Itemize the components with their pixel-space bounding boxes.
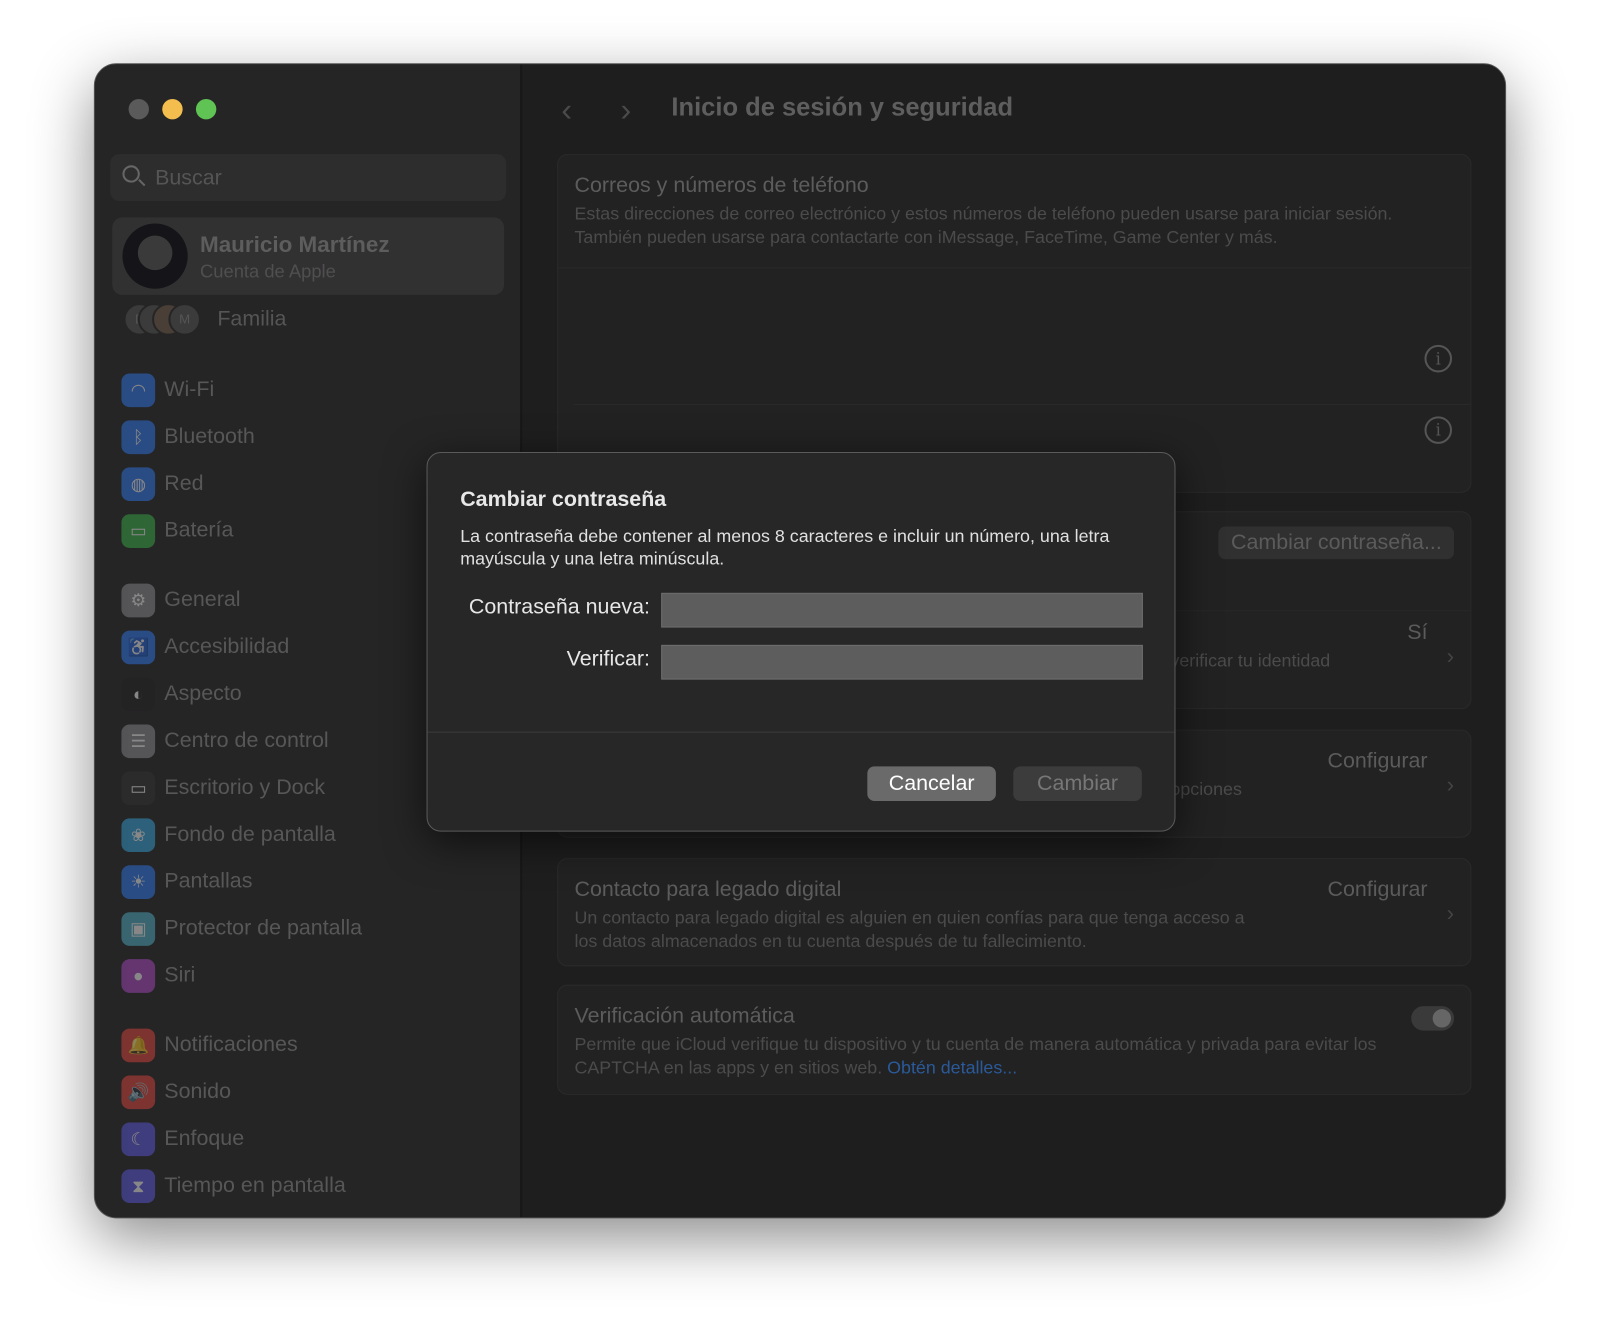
sidebar-item-apple-account[interactable]: Mauricio Martínez Cuenta de Apple: [112, 217, 505, 295]
sidebar-item-label: Sonido: [164, 1079, 232, 1104]
auto-verify-title: Verificación automática: [574, 1004, 795, 1028]
sidebar-item-sonido[interactable]: 🔊 Sonido: [121, 1074, 231, 1109]
minimize-button[interactable]: [162, 98, 183, 120]
legacy-contact-card[interactable]: Contacto para legado digital Configurar …: [557, 858, 1472, 967]
sidebar-item-general[interactable]: ⚙ General: [121, 583, 241, 618]
sidebar-item-protector-de-pantalla[interactable]: ▣ Protector de pantalla: [121, 911, 362, 946]
emails-title: Correos y números de teléfono: [574, 173, 869, 197]
display-icon: ☀: [121, 864, 156, 899]
hourglass-icon: ⧗: [121, 1168, 156, 1203]
sidebar-item-label: Tiempo en pantalla: [164, 1173, 346, 1197]
learn-more-link[interactable]: Obtén detalles...: [887, 1057, 1017, 1077]
search-input[interactable]: Buscar: [110, 154, 507, 202]
sidebar-item-siri[interactable]: ● Siri: [121, 958, 195, 993]
page-title: Inicio de sesión y seguridad: [671, 92, 1014, 122]
sidebar-item-label: Red: [164, 471, 204, 495]
dialog-message: La contraseña debe contener al menos 8 c…: [460, 525, 1110, 569]
avatar: M: [168, 303, 202, 336]
speaker-icon: 🔊: [121, 1074, 156, 1109]
recovery-value: Configurar: [1327, 748, 1428, 773]
chevron-right-icon: ›: [1446, 771, 1455, 797]
sidebar-item-notificaciones[interactable]: 🔔 Notificaciones: [121, 1028, 298, 1063]
sidebar-item-label: Centro de control: [164, 728, 329, 753]
screensaver-icon: ▣: [121, 911, 156, 946]
sidebar-item-label: Enfoque: [164, 1126, 245, 1150]
sidebar-item-label: Batería: [164, 518, 234, 542]
dialog-title: Cambiar contraseña: [460, 487, 667, 512]
sidebar-item-escritorio-y-dock[interactable]: ▭ Escritorio y Dock: [121, 770, 325, 805]
bluetooth-icon: ᛒ: [121, 419, 156, 454]
change-button[interactable]: Cambiar: [1013, 766, 1142, 802]
sidebar-item-fondo-de-pantalla[interactable]: ❀ Fondo de pantalla: [121, 817, 336, 852]
sidebar-item-accesibilidad[interactable]: ♿ Accesibilidad: [121, 630, 289, 665]
avatar: [122, 223, 188, 289]
sidebar-item-bater-a[interactable]: ▭ Batería: [121, 513, 233, 548]
sidebar-item-label: Notificaciones: [164, 1032, 298, 1057]
gear-icon: ⚙: [121, 583, 156, 617]
emails-desc: Estas direcciones de correo electrónico …: [574, 203, 1393, 247]
sidebar-item-bluetooth[interactable]: ᛒ Bluetooth: [121, 419, 255, 454]
sidebar-item-label: Protector de pantalla: [164, 916, 363, 940]
sidebar-item-red[interactable]: ◍ Red: [121, 466, 204, 501]
back-button[interactable]: ‹: [561, 91, 572, 129]
auto-verify-toggle[interactable]: [1411, 1006, 1455, 1031]
recovery-desc: opciones: [1170, 778, 1242, 799]
search-icon: [122, 165, 140, 183]
legacy-value: Configurar: [1327, 877, 1428, 902]
globe-icon: ◍: [121, 466, 156, 501]
control-center-icon: ☰: [121, 723, 156, 758]
sidebar-item-label: Escritorio y Dock: [164, 775, 326, 799]
verify-label: Verificar:: [566, 646, 650, 671]
siri-icon: ●: [121, 958, 156, 993]
info-icon[interactable]: i: [1424, 416, 1453, 444]
chevron-right-icon: ›: [1446, 899, 1455, 926]
sidebar-item-label: Siri: [164, 963, 196, 987]
emails-card: Correos y números de teléfono Estas dire…: [557, 154, 1472, 493]
legacy-desc: Un contacto para legado digital es algui…: [574, 907, 1245, 952]
sidebar-item-label: Bluetooth: [164, 424, 255, 448]
search-placeholder: Buscar: [155, 166, 222, 190]
legacy-title: Contacto para legado digital: [574, 877, 842, 902]
sidebar-item-pantallas[interactable]: ☀ Pantallas: [121, 864, 252, 899]
sidebar-item-label: Aspecto: [164, 681, 242, 706]
sidebar-item-enfoque[interactable]: ☾ Enfoque: [121, 1121, 244, 1156]
bell-icon: 🔔: [121, 1028, 156, 1062]
zoom-button[interactable]: [195, 98, 217, 120]
sidebar-item-tiempo-en-pantalla[interactable]: ⧗ Tiempo en pantalla: [121, 1168, 346, 1203]
battery-icon: ▭: [121, 513, 156, 548]
new-password-label: Contraseña nueva:: [468, 594, 650, 619]
verify-password-field[interactable]: [661, 644, 1143, 680]
sidebar-item-label: Accesibilidad: [164, 634, 290, 659]
new-password-field[interactable]: [661, 592, 1143, 628]
account-subtitle: Cuenta de Apple: [199, 261, 336, 282]
close-button[interactable]: [128, 98, 149, 120]
two-factor-value: Sí: [1407, 620, 1428, 644]
two-factor-desc: verificar tu identidad: [1170, 649, 1331, 671]
change-password-button[interactable]: Cambiar contraseña...: [1218, 526, 1455, 560]
change-password-dialog: Cambiar contraseña La contraseña debe co…: [426, 452, 1176, 832]
sidebar-item-label: Wi-Fi: [164, 377, 215, 402]
dock-icon: ▭: [121, 770, 156, 805]
wallpaper-icon: ❀: [121, 817, 156, 852]
wifi-icon: ◠: [121, 372, 156, 407]
chevron-right-icon[interactable]: ›: [1447, 643, 1454, 670]
sidebar-item-aspecto[interactable]: ◐ Aspecto: [121, 677, 242, 712]
sidebar-item-family[interactable]: Familia: [217, 307, 286, 331]
info-icon[interactable]: i: [1424, 344, 1453, 373]
sidebar-item-label: General: [164, 587, 241, 612]
appearance-icon: ◐: [121, 677, 156, 711]
cancel-button[interactable]: Cancelar: [867, 766, 996, 802]
sidebar-item-label: Pantallas: [164, 869, 253, 893]
forward-button[interactable]: ›: [620, 91, 631, 129]
moon-icon: ☾: [121, 1121, 156, 1156]
divider: [427, 731, 1175, 733]
sidebar-item-label: Fondo de pantalla: [164, 822, 336, 846]
auto-verify-card: Verificación automática Permite que iClo…: [557, 984, 1472, 1095]
sidebar-item-wi-fi[interactable]: ◠ Wi-Fi: [121, 372, 214, 407]
sidebar-item-centro-de-control[interactable]: ☰ Centro de control: [121, 723, 329, 758]
accessibility-icon: ♿: [121, 630, 156, 664]
account-name: Mauricio Martínez: [199, 231, 390, 258]
